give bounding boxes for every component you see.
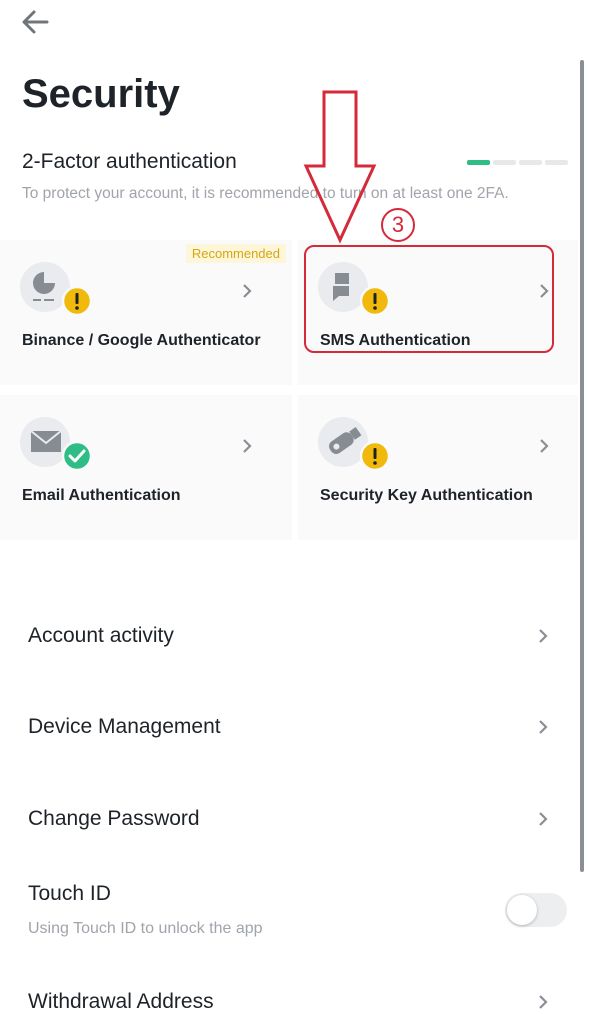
security-level-bar [467,160,568,165]
change-password-label: Change Password [28,807,200,830]
touch-id-toggle[interactable] [505,893,567,927]
authenticator-icon [20,262,93,318]
email-card[interactable]: Email Authentication [0,395,292,540]
email-icon [20,417,93,473]
progress-segment [467,160,490,165]
account-activity-label: Account activity [28,624,174,647]
security-key-icon [318,417,391,473]
change-password-row[interactable]: Change Password [0,783,578,853]
annotation-highlight-box [304,245,554,353]
account-activity-row[interactable]: Account activity [0,600,578,670]
device-management-row[interactable]: Device Management [0,691,578,761]
toggle-knob [507,895,537,925]
progress-segment [545,160,568,165]
touch-id-description: Using Touch ID to unlock the app [28,920,263,937]
annotation-arrow-icon [303,90,377,244]
authenticator-card[interactable]: Recommended Binance / Google Authenticat… [0,240,292,385]
email-label: Email Authentication [22,487,181,504]
scrollbar[interactable] [580,60,584,872]
chevron-right-icon [539,629,548,643]
arrow-left-icon [22,10,49,34]
chevron-right-icon [539,995,548,1009]
chevron-right-icon [243,284,252,298]
authenticator-label: Binance / Google Authenticator [22,332,261,349]
chevron-right-icon [243,439,252,453]
two-factor-description: To protect your account, it is recommend… [22,185,509,202]
two-factor-heading: 2-Factor authentication [22,150,237,173]
progress-segment [493,160,516,165]
progress-segment [519,160,542,165]
chevron-right-icon [539,812,548,826]
touch-id-label: Touch ID [28,882,111,905]
page-title: Security [22,72,180,116]
device-management-label: Device Management [28,715,221,738]
withdrawal-address-label: Withdrawal Address [28,990,214,1013]
security-key-label: Security Key Authentication [320,487,533,504]
chevron-right-icon [540,439,549,453]
back-button[interactable] [20,8,50,36]
recommended-badge: Recommended [185,244,286,263]
security-key-card[interactable]: Security Key Authentication [298,395,578,540]
annotation-step-number: 3 [381,208,415,242]
withdrawal-address-row[interactable]: Withdrawal Address [0,966,578,1013]
touch-id-row: Touch ID [0,870,578,950]
chevron-right-icon [539,720,548,734]
